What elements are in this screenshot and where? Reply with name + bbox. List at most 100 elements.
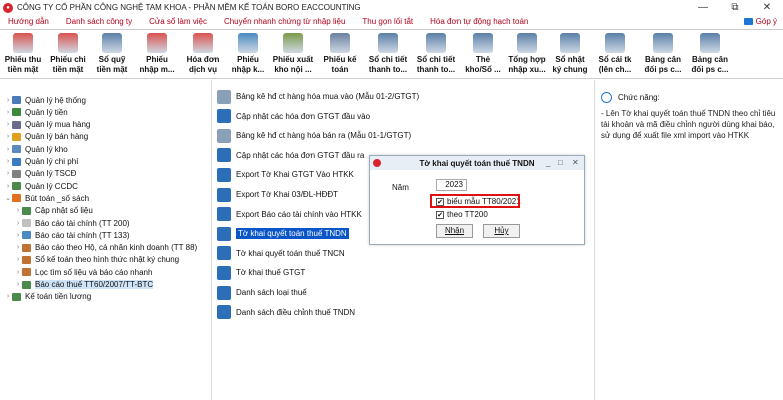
minimize-button[interactable]: — xyxy=(688,0,718,15)
tree-item[interactable]: › Báo cáo thuế TT60/2007/TT-BTC xyxy=(14,279,154,291)
checkbox-tt200[interactable]: ✔ xyxy=(436,210,444,219)
toolbar-button[interactable]: Phiếu kế toán xyxy=(316,31,364,78)
toolbar-button[interactable]: Sổ cái tk (lên ch... xyxy=(592,31,638,78)
task-item-label: Export Tờ Khai GTGT Vào HTKK xyxy=(236,170,354,180)
tree-item[interactable]: › Quản lý CCDC xyxy=(4,180,78,192)
tree-item-label: Quản lý hệ thống xyxy=(25,95,86,105)
tt200-label: theo TT200 xyxy=(447,210,488,219)
ok-button[interactable]: Nhận xyxy=(436,224,473,238)
tree-item[interactable]: › Báo cáo tài chính (TT 133) xyxy=(14,229,130,241)
restore-button[interactable]: ⧉ xyxy=(720,0,750,15)
task-item[interactable]: Tờ khai quyết toán thuế TNDN xyxy=(217,225,349,242)
tree-item[interactable]: › Quản lý tiền xyxy=(4,106,68,118)
toolbar-button-label: Bảng cân đối ps c... xyxy=(688,55,732,75)
tree-item[interactable]: › Quản lý bán hàng xyxy=(4,131,88,143)
year-input[interactable]: 2023 xyxy=(436,179,467,191)
tree-item[interactable]: › Quản lý TSCĐ xyxy=(4,168,77,180)
toolbar-button[interactable]: Phiếu nhập m... xyxy=(134,31,180,78)
tree-item[interactable]: › Quản lý hệ thống xyxy=(4,94,86,106)
toolbar-button[interactable]: Phiếu chi tiền mặt xyxy=(46,31,90,78)
cancel-button[interactable]: Hủy xyxy=(483,224,520,238)
toolbar-label-line1: Bảng cân xyxy=(691,55,728,64)
toolbar-button[interactable]: Phiếu xuất kho nội ... xyxy=(270,31,316,78)
menu-item-danh-sach-cong-ty[interactable]: Danh sách công ty xyxy=(58,17,141,26)
tt200-checkbox[interactable]: ✔ theo TT200 xyxy=(436,210,488,219)
menu-item-cua-so-lam-viec[interactable]: Cửa sổ làm việc xyxy=(141,17,216,26)
menu-item-thu-gon[interactable]: Thu gọn lối tắt xyxy=(354,17,422,26)
chevron-right-icon[interactable]: › xyxy=(4,133,12,140)
toolbar-button[interactable]: Sổ quỹ tiền mặt xyxy=(90,31,134,78)
close-button[interactable]: ✕ xyxy=(752,0,782,15)
feedback-link[interactable]: Góp ý xyxy=(743,15,777,28)
dialog-close-button[interactable]: ✕ xyxy=(572,156,579,170)
chevron-right-icon[interactable]: › xyxy=(4,109,12,116)
toolbar-button[interactable]: Bảng cân đối ps c... xyxy=(638,31,688,78)
chevron-right-icon[interactable]: › xyxy=(4,121,12,128)
folder-icon xyxy=(22,268,31,277)
toolbar-button[interactable]: Thẻ kho/Sổ ... xyxy=(460,31,506,78)
task-item[interactable]: Danh sách loại thuế xyxy=(217,284,307,301)
task-item-label: Bảng kê hđ ct hàng hóa bán ra (Mẫu 01-1/… xyxy=(236,131,412,141)
chevron-right-icon[interactable]: › xyxy=(14,281,22,288)
menu-bar: Hướng dẫn Danh sách công ty Cửa sổ làm v… xyxy=(0,15,783,28)
tree-item-label: Báo cáo thuế TT60/2007/TT-BTC xyxy=(35,280,154,289)
task-item[interactable]: Export Tờ Khai 03/ĐL-HĐĐT xyxy=(217,186,338,203)
tree-item-label: Kế toán tiền lương xyxy=(25,292,92,302)
tree-item[interactable]: › Quản lý kho xyxy=(4,143,68,155)
toolbar-button[interactable]: Phiếu nhập k... xyxy=(226,31,270,78)
chevron-right-icon[interactable]: › xyxy=(14,220,22,227)
task-item[interactable]: Export Báo cáo tài chính vào HTKK xyxy=(217,206,362,223)
toolbar-button[interactable]: Bảng cân đối ps c... xyxy=(688,31,732,78)
tree-item[interactable]: ⌄ Bút toán _số sách xyxy=(4,192,89,204)
menu-item-hoa-don-tu-dong[interactable]: Hóa đơn tự động hạch toán xyxy=(422,17,537,26)
menu-item-huong-dan[interactable]: Hướng dẫn xyxy=(0,17,58,26)
menu-item-chuyen-nhanh[interactable]: Chuyển nhanh chứng từ nhập liệu xyxy=(216,17,354,26)
toolbar-button[interactable]: Hóa đơn dịch vụ xyxy=(180,31,226,78)
tree-item[interactable]: › Quản lý mua hàng xyxy=(4,119,91,131)
toolbar-button[interactable]: Sổ nhật ký chung xyxy=(548,31,592,78)
tree-item[interactable]: › Báo cáo theo Hộ, cá nhân kinh doanh (TT… xyxy=(14,242,197,254)
chevron-down-icon[interactable]: ⌄ xyxy=(4,194,12,202)
chevron-right-icon[interactable]: › xyxy=(4,183,12,190)
report-icon xyxy=(217,265,231,280)
dialog-minimize-button[interactable]: _ xyxy=(546,156,550,170)
chevron-right-icon[interactable]: › xyxy=(14,269,22,276)
task-item[interactable]: Tờ khai thuế GTGT xyxy=(217,264,305,281)
tree-item[interactable]: › Quản lý chi phí xyxy=(4,156,79,168)
task-item[interactable]: Danh sách điều chỉnh thuế TNDN xyxy=(217,304,355,321)
toolbar-button-label: Phiếu thu tiền mặt xyxy=(0,55,46,75)
task-item-label: Bảng kê hđ ct hàng hóa mua vào (Mẫu 01-2… xyxy=(236,92,420,101)
toolbar-label-line1: Phiếu chi xyxy=(50,55,86,64)
chevron-right-icon[interactable]: › xyxy=(14,232,22,239)
task-item[interactable]: Cập nhật các hóa đơn GTGT đầu ra xyxy=(217,147,364,164)
tree-item[interactable]: › Lọc tìm số liệu và báo cáo nhanh xyxy=(14,266,153,278)
toolbar-button-label: Phiếu kế toán xyxy=(316,55,364,75)
toolbar-button[interactable]: Sổ chi tiết thanh to... xyxy=(364,31,412,78)
tree-item-label: Bút toán _số sách xyxy=(25,193,90,203)
tree-item[interactable]: › Kế toán tiền lương xyxy=(4,291,91,303)
dialog-maximize-button[interactable]: □ xyxy=(558,156,563,170)
tree-item[interactable]: › Sổ kế toán theo hình thức nhật ký chung xyxy=(14,254,179,266)
task-item[interactable]: Export Tờ Khai GTGT Vào HTKK xyxy=(217,166,354,183)
folder-icon xyxy=(22,206,31,215)
task-item[interactable]: Bảng kê hđ ct hàng hóa mua vào (Mẫu 01-2… xyxy=(217,88,419,105)
chevron-right-icon[interactable]: › xyxy=(4,170,12,177)
tree-item[interactable]: › Cập nhật số liệu xyxy=(14,205,93,217)
tree-item[interactable]: › Báo cáo tài chính (TT 200) xyxy=(14,217,130,229)
chevron-right-icon[interactable]: › xyxy=(4,97,12,104)
toolbar-label-line2: kho nội ... xyxy=(274,65,312,74)
toolbar-label-line1: Phiếu xuất xyxy=(272,55,314,64)
task-item[interactable]: Bảng kê hđ ct hàng hóa bán ra (Mẫu 01-1/… xyxy=(217,127,411,144)
chevron-right-icon[interactable]: › xyxy=(4,158,12,165)
toolbar-label-line2: toán xyxy=(331,65,349,74)
chevron-right-icon[interactable]: › xyxy=(4,146,12,153)
toolbar-button[interactable]: Sổ chi tiết thanh to... xyxy=(412,31,460,78)
chevron-right-icon[interactable]: › xyxy=(14,244,22,251)
chevron-right-icon[interactable]: › xyxy=(4,293,12,300)
task-item[interactable]: Cập nhật các hóa đơn GTGT đầu vào xyxy=(217,108,370,125)
chevron-right-icon[interactable]: › xyxy=(14,256,22,263)
chevron-right-icon[interactable]: › xyxy=(14,207,22,214)
task-item[interactable]: Tờ khai quyết toán thuế TNCN xyxy=(217,245,345,262)
toolbar-button[interactable]: Tổng hợp nhập xu... xyxy=(506,31,548,78)
toolbar-button[interactable]: Phiếu thu tiền mặt xyxy=(0,31,46,78)
